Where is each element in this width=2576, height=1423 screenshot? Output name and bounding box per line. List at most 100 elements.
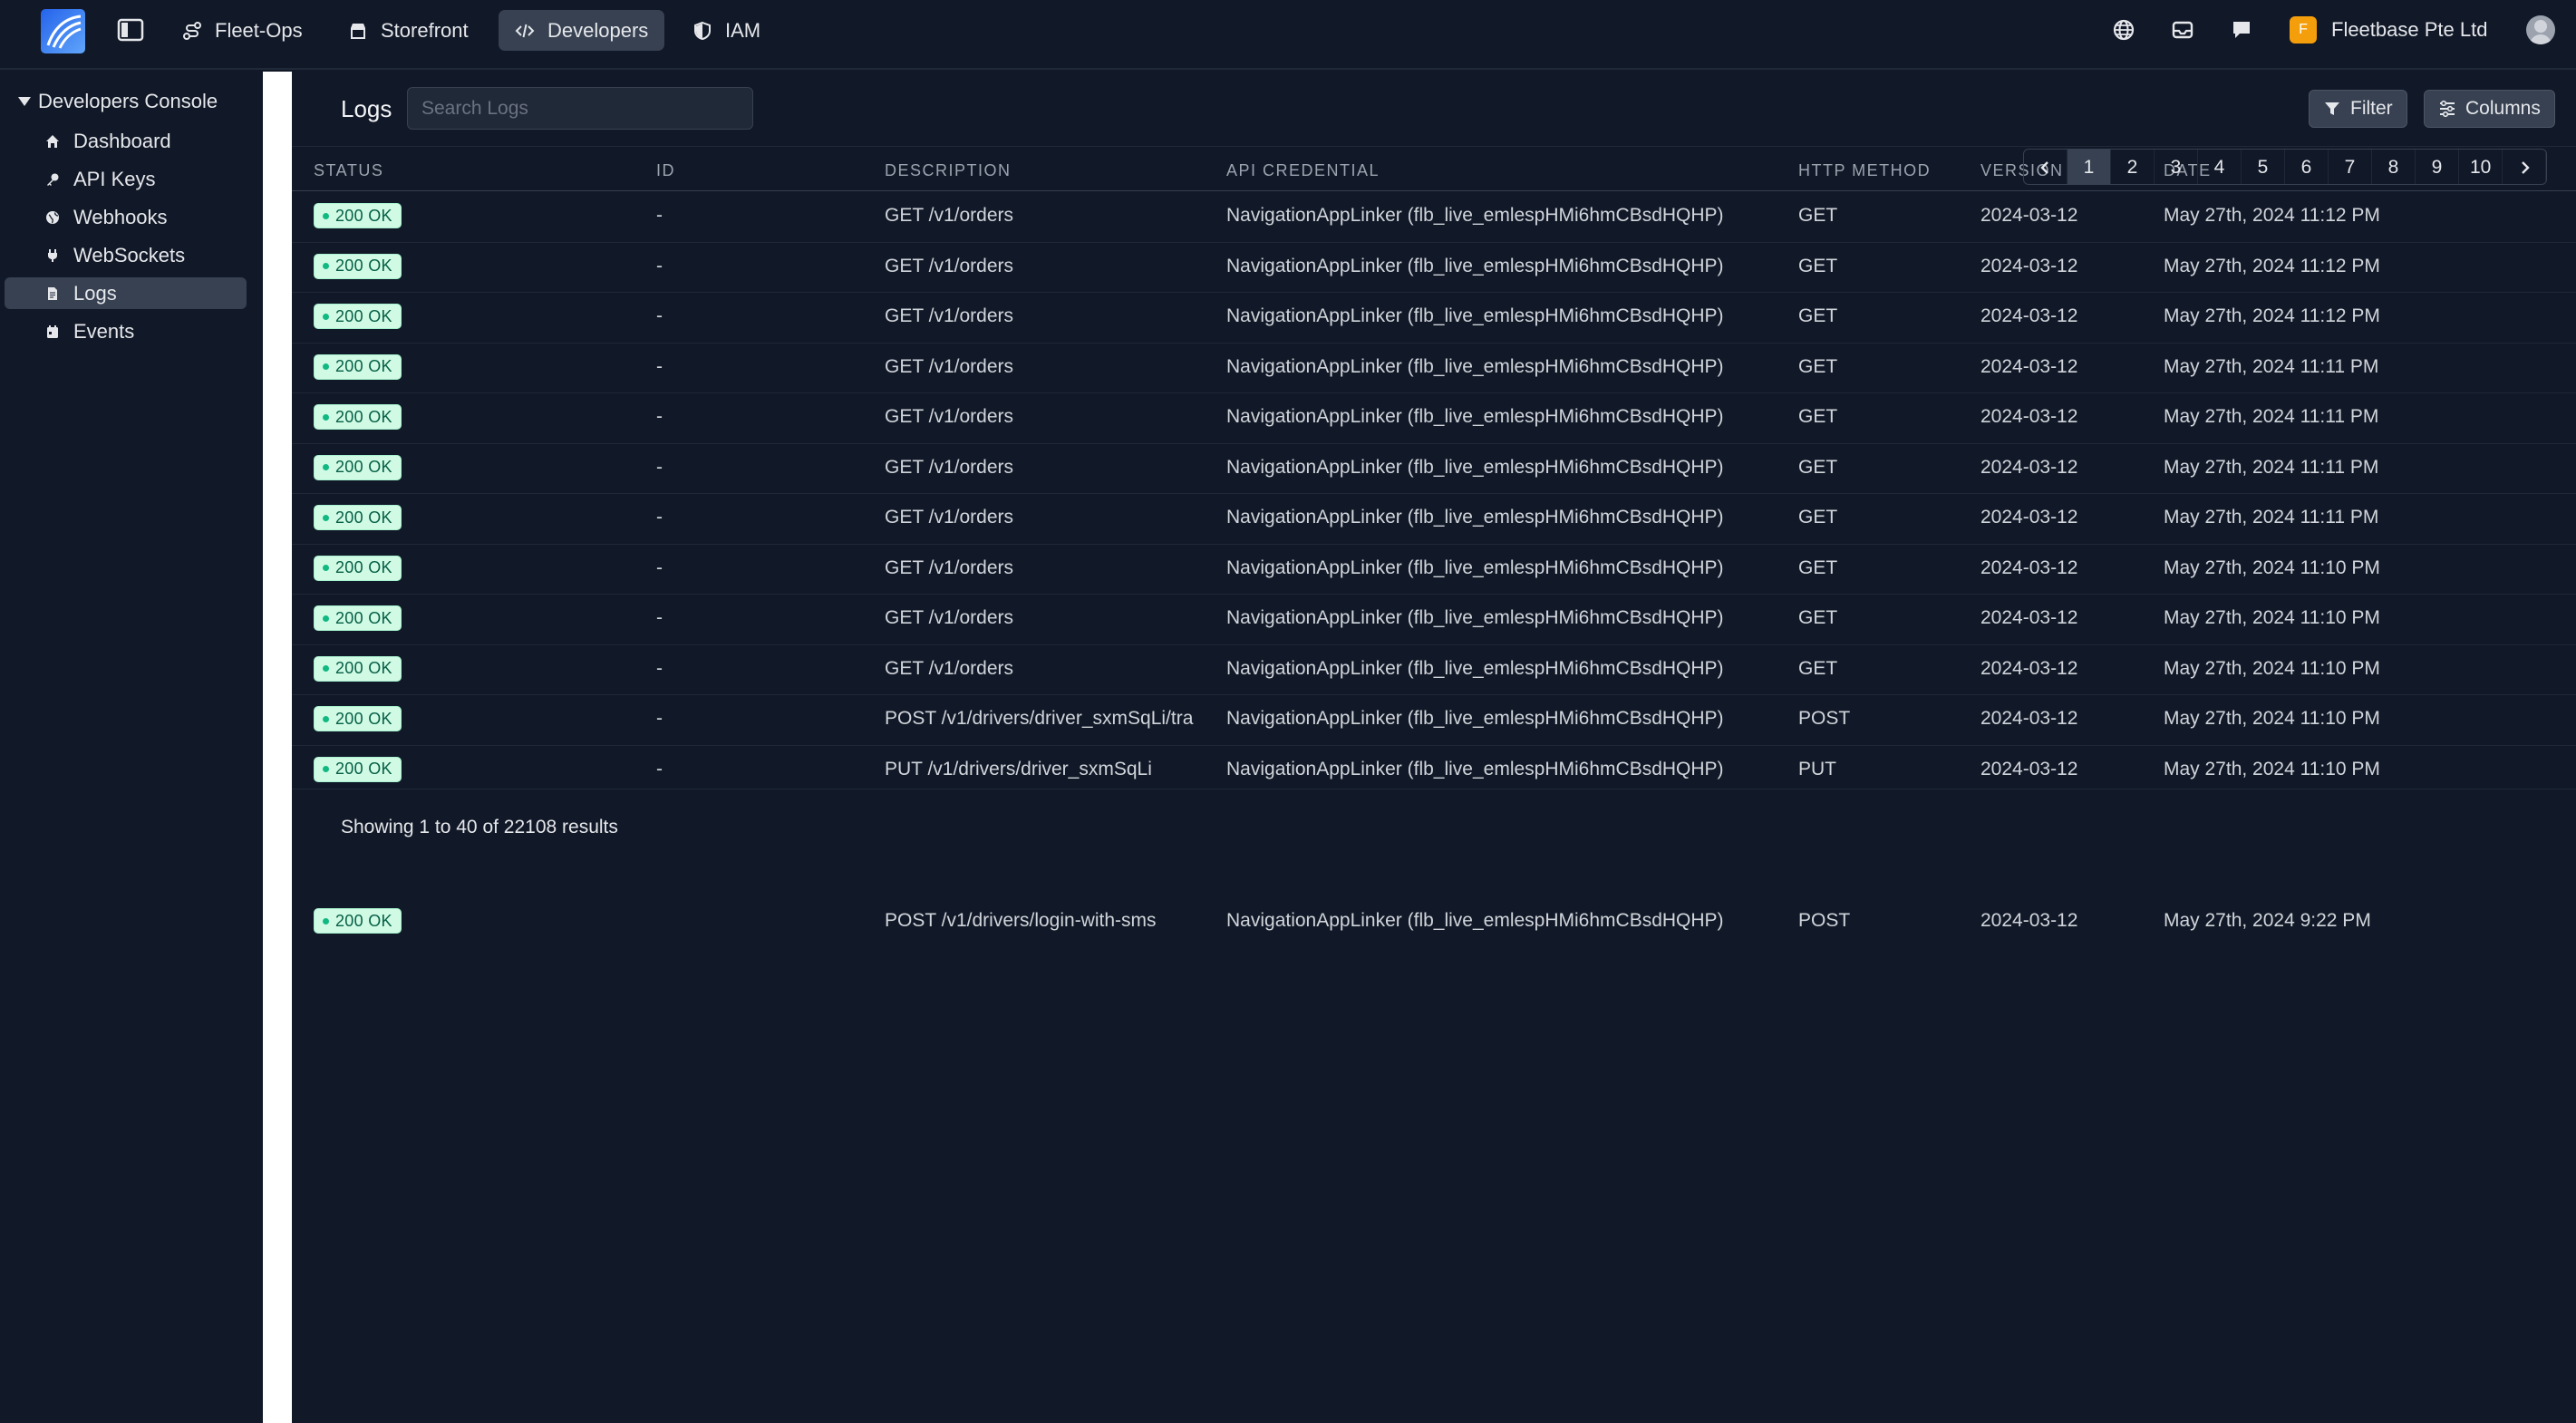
- page-button-9[interactable]: 9: [2416, 150, 2459, 184]
- date-cell: May 27th, 2024 9:22 PM: [2164, 910, 2371, 931]
- credential-cell: NavigationAppLinker (flb_live_emlespHMi6…: [1226, 205, 1724, 226]
- status-badge: 200 OK: [314, 304, 402, 329]
- table-row[interactable]: 200 OK - GET /v1/orders NavigationAppLinker…: [292, 293, 2576, 344]
- org-name: Fleetbase Pte Ltd: [2331, 18, 2488, 41]
- page-button-8[interactable]: 8: [2372, 150, 2416, 184]
- sidebar: Developers Console Dashboard API Keys We…: [0, 72, 263, 1423]
- page-button-3[interactable]: 3: [2155, 150, 2198, 184]
- nav-fleet-ops[interactable]: Fleet-Ops: [166, 10, 319, 51]
- table-row[interactable]: 200 OK - PUT /v1/drivers/driver_sxmSqLi Nav…: [292, 746, 2576, 789]
- table-row[interactable]: 200 OK - GET /v1/orders NavigationAppLinker…: [292, 645, 2576, 695]
- org-avatar: F: [2290, 16, 2317, 44]
- filter-icon: [2325, 102, 2339, 115]
- id-cell: -: [656, 607, 663, 628]
- search-input[interactable]: [407, 87, 753, 130]
- table-row[interactable]: 200 OK - GET /v1/orders NavigationAppLinker…: [292, 393, 2576, 444]
- description-cell: GET /v1/orders: [885, 557, 1013, 578]
- description-cell: GET /v1/orders: [885, 355, 1013, 377]
- top-navbar: Fleet-Ops Storefront Developers IAM F Fl…: [0, 0, 2576, 70]
- method-cell: POST: [1798, 910, 1851, 931]
- columns-button[interactable]: Columns: [2424, 90, 2555, 128]
- page-button-10[interactable]: 10: [2459, 150, 2503, 184]
- nav-developers[interactable]: Developers: [499, 10, 665, 51]
- sidebar-item-dashboard[interactable]: Dashboard: [5, 125, 247, 157]
- description-cell: GET /v1/orders: [885, 607, 1013, 628]
- nav-label: Developers: [547, 18, 649, 42]
- status-badge: 200 OK: [314, 605, 402, 631]
- description-cell: GET /v1/orders: [885, 205, 1013, 226]
- globe-icon[interactable]: [2110, 16, 2137, 44]
- date-cell: May 27th, 2024 11:10 PM: [2164, 557, 2380, 578]
- credential-cell: NavigationAppLinker (flb_live_emlespHMi6…: [1226, 305, 1724, 326]
- sliders-icon: [2440, 100, 2455, 118]
- id-cell: -: [656, 507, 663, 528]
- version-cell: 2024-03-12: [1980, 355, 2078, 377]
- logs-panel: Logs Filter Columns STATUS ID DESCRIPTIO…: [292, 72, 2576, 1423]
- filter-label: Filter: [2350, 98, 2393, 119]
- user-avatar[interactable]: [2526, 15, 2555, 44]
- nav-storefront[interactable]: Storefront: [332, 10, 485, 51]
- sidebar-item-label: WebSockets: [73, 243, 186, 266]
- sidebar-item-api-keys[interactable]: API Keys: [5, 163, 247, 195]
- route-icon: [182, 21, 202, 41]
- column-header-api-credential[interactable]: API CREDENTIAL: [1226, 161, 1380, 180]
- column-header-id[interactable]: ID: [656, 161, 675, 180]
- plug-icon: [44, 247, 61, 264]
- table-row[interactable]: 200 OK - GET /v1/orders NavigationAppLinker…: [292, 243, 2576, 293]
- page-button-7[interactable]: 7: [2329, 150, 2372, 184]
- date-cell: May 27th, 2024 11:12 PM: [2164, 205, 2380, 226]
- sidebar-divider: [263, 72, 292, 1423]
- table-row[interactable]: 200 OK - GET /v1/orders NavigationAppLinker…: [292, 494, 2576, 545]
- columns-label: Columns: [2465, 98, 2541, 119]
- status-badge: 200 OK: [314, 454, 402, 480]
- description-cell: PUT /v1/drivers/driver_sxmSqLi: [885, 758, 1152, 779]
- page-button-5[interactable]: 5: [2242, 150, 2285, 184]
- next-page-button[interactable]: [2503, 150, 2547, 184]
- sidebar-item-label: API Keys: [73, 167, 156, 190]
- description-cell: GET /v1/orders: [885, 657, 1013, 679]
- date-cell: May 27th, 2024 11:10 PM: [2164, 758, 2380, 779]
- version-cell: 2024-03-12: [1980, 910, 2078, 931]
- sidebar-section-toggle[interactable]: Developers Console: [18, 90, 218, 113]
- nav-iam[interactable]: IAM: [676, 10, 777, 51]
- page-button-1[interactable]: 1: [2068, 150, 2111, 184]
- table-row[interactable]: 200 OK - GET /v1/orders NavigationAppLinker…: [292, 595, 2576, 645]
- date-cell: May 27th, 2024 11:10 PM: [2164, 708, 2380, 729]
- sidebar-item-label: Events: [73, 319, 135, 343]
- sidebar-item-webhooks[interactable]: Webhooks: [5, 201, 247, 233]
- chat-icon[interactable]: [2228, 16, 2255, 44]
- home-icon: [44, 133, 61, 150]
- sidebar-item-label: Webhooks: [73, 205, 168, 228]
- method-cell: POST: [1798, 708, 1851, 729]
- credential-cell: NavigationAppLinker (flb_live_emlespHMi6…: [1226, 255, 1724, 276]
- description-cell: GET /v1/orders: [885, 255, 1013, 276]
- sidebar-toggle-icon[interactable]: [114, 16, 147, 44]
- inbox-icon[interactable]: [2169, 16, 2196, 44]
- nav-label: IAM: [725, 18, 761, 42]
- table-row[interactable]: 200 OK - GET /v1/orders NavigationAppLinker…: [292, 545, 2576, 595]
- date-cell: May 27th, 2024 11:11 PM: [2164, 507, 2379, 528]
- fleetbase-logo[interactable]: [41, 9, 85, 53]
- credential-cell: NavigationAppLinker (flb_live_emlespHMi6…: [1226, 758, 1724, 779]
- sidebar-item-logs[interactable]: Logs: [5, 277, 247, 309]
- id-cell: -: [656, 355, 663, 377]
- page-button-6[interactable]: 6: [2285, 150, 2329, 184]
- filter-button[interactable]: Filter: [2309, 90, 2407, 128]
- page-button-2[interactable]: 2: [2111, 150, 2155, 184]
- sidebar-item-websockets[interactable]: WebSockets: [5, 239, 247, 271]
- version-cell: 2024-03-12: [1980, 657, 2078, 679]
- credential-cell: NavigationAppLinker (flb_live_emlespHMi6…: [1226, 507, 1724, 528]
- method-cell: GET: [1798, 355, 1838, 377]
- page-button-4[interactable]: 4: [2198, 150, 2242, 184]
- chevron-left-icon: [2039, 161, 2048, 174]
- table-row[interactable]: 200 OK - GET /v1/orders NavigationAppLinker…: [292, 192, 2576, 243]
- table-row[interactable]: 200 OK - GET /v1/orders NavigationAppLinker…: [292, 344, 2576, 393]
- prev-page-button[interactable]: [2024, 150, 2068, 184]
- sidebar-item-events[interactable]: Events: [5, 315, 247, 347]
- organization-switcher[interactable]: F Fleetbase Pte Ltd: [2290, 15, 2487, 45]
- column-header-description[interactable]: DESCRIPTION: [885, 161, 1012, 180]
- column-header-status[interactable]: STATUS: [314, 161, 383, 180]
- table-row[interactable]: 200 OK - GET /v1/orders NavigationAppLinker…: [292, 444, 2576, 494]
- table-row[interactable]: 200 OK - POST /v1/drivers/driver_sxmSqLi/t…: [292, 695, 2576, 746]
- column-header-http-method[interactable]: HTTP METHOD: [1798, 161, 1931, 180]
